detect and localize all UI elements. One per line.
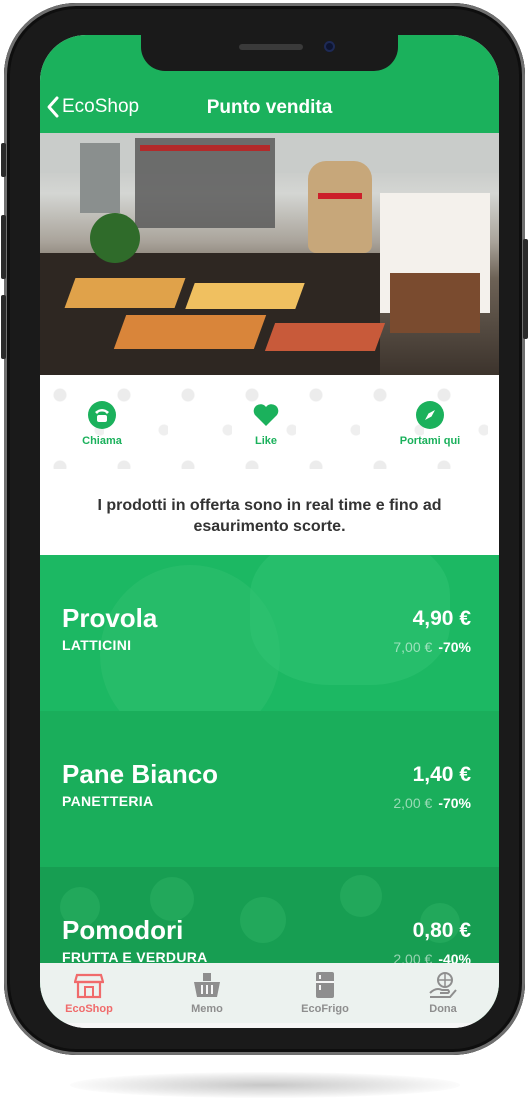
pastry-tray [264, 323, 386, 351]
product-old-price-row: 7,00 € -70% [393, 639, 471, 655]
product-discount: -70% [438, 639, 471, 655]
app-screen: EcoShop Punto vendita Chiama Like Portam… [40, 35, 499, 1028]
store-actions: Chiama Like Portami qui [40, 375, 499, 469]
gift-ribbon [318, 193, 362, 199]
product-category: LATTICINI [62, 637, 132, 653]
product-card[interactable]: Provola LATTICINI 4,90 € 7,00 € -70% [40, 555, 499, 711]
tab-bar: EcoShop Memo EcoFrigo Dona [40, 963, 499, 1028]
gift-bag [308, 161, 372, 253]
call-label: Chiama [82, 435, 122, 447]
heart-icon [253, 404, 279, 426]
tab-memo[interactable]: Memo [157, 971, 257, 1015]
like-label: Like [254, 435, 277, 447]
store-photo [40, 133, 499, 375]
product-old-price-row: 2,00 € -70% [393, 795, 471, 811]
tab-label: EcoFrigo [301, 1003, 349, 1015]
product-price: 1,40 € [412, 763, 471, 786]
speaker [239, 44, 303, 50]
volume-up-button [1, 215, 6, 279]
display-case [40, 253, 380, 375]
basket-icon [194, 973, 220, 997]
pastry-tray [64, 278, 186, 308]
product-name: Provola [62, 603, 158, 633]
tab-ecofrigo[interactable]: EcoFrigo [275, 971, 375, 1015]
product-discount: -70% [438, 795, 471, 811]
product-card[interactable]: Pane Bianco PANETTERIA 1,40 € 2,00 € -70% [40, 711, 499, 867]
notch [141, 35, 398, 71]
product-price: 4,90 € [412, 607, 471, 630]
pastry-tray [185, 283, 305, 309]
compass-icon [416, 401, 444, 429]
donate-icon [429, 972, 457, 998]
tab-label: Memo [191, 1003, 223, 1015]
chocolates [390, 273, 480, 333]
tab-ecoshop[interactable]: EcoShop [40, 971, 139, 1015]
phone-icon [88, 401, 116, 429]
back-shelf [135, 138, 275, 228]
product-name: Pane Bianco [62, 759, 219, 789]
volume-down-button [1, 295, 6, 359]
phone-frame: EcoShop Punto vendita Chiama Like Portam… [1, 3, 528, 1055]
page-title: Punto vendita [206, 97, 333, 118]
offer-info-text: I prodotti in offerta sono in real time … [40, 469, 499, 555]
phone-shadow [70, 1072, 460, 1098]
fridge-icon [316, 972, 334, 998]
pillar [80, 143, 120, 213]
directions-button[interactable]: Portami qui [380, 401, 480, 447]
product-old-price: 7,00 € [393, 639, 433, 655]
call-button[interactable]: Chiama [52, 401, 152, 447]
mute-switch [1, 143, 6, 177]
like-button[interactable]: Like [216, 401, 316, 447]
product-name: Pomodori [62, 915, 184, 945]
directions-label: Portami qui [399, 435, 461, 447]
shop-icon [74, 973, 104, 999]
product-old-price: 2,00 € [393, 795, 433, 811]
tab-dona[interactable]: Dona [393, 971, 493, 1015]
front-camera [324, 41, 335, 52]
product-price: 0,80 € [412, 919, 471, 942]
product-image-tomato [240, 897, 286, 943]
pastry-tray [113, 315, 267, 349]
product-category: PANETTERIA [62, 793, 154, 809]
shelf-red-items [140, 145, 270, 151]
power-button [523, 239, 528, 339]
product-image-tomato [340, 875, 382, 917]
tab-label: EcoShop [65, 1003, 113, 1015]
plant [90, 213, 140, 263]
tab-label: Dona [429, 1003, 457, 1015]
